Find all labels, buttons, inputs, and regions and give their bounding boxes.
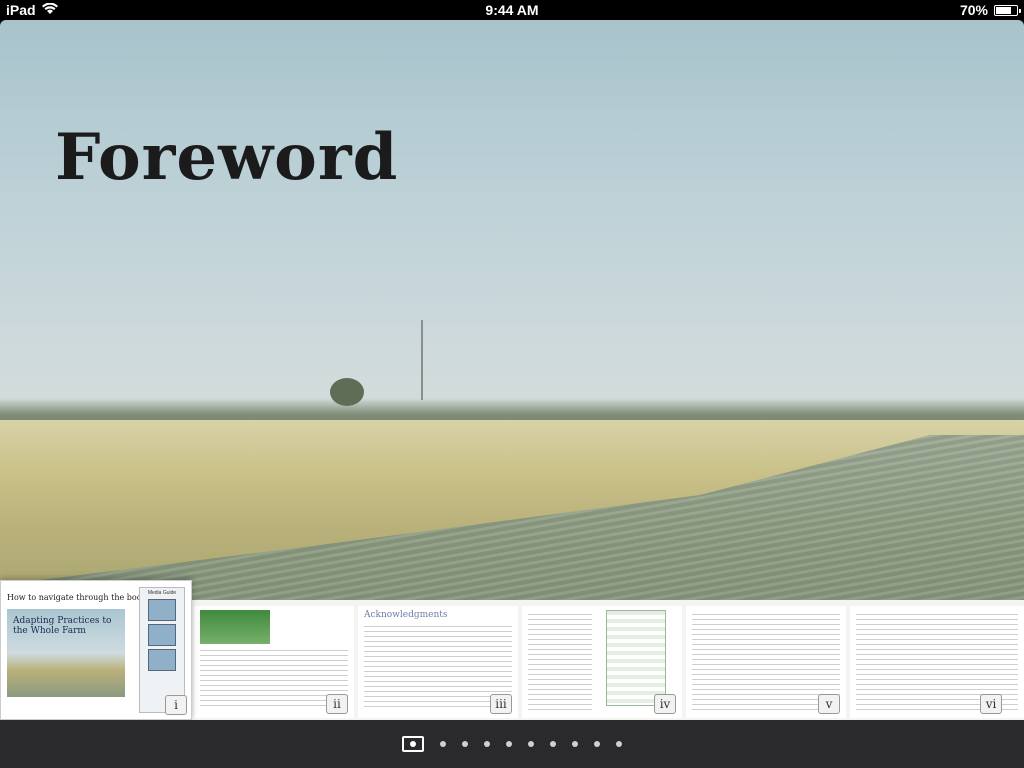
thumbnail-text: [528, 614, 592, 710]
thumbnail-page-ii[interactable]: ii: [194, 606, 354, 718]
cover-image: Adapting Practices to the Whole Farm: [7, 609, 125, 697]
page-label-iv: iv: [654, 694, 676, 714]
page-title: Foreword: [55, 120, 399, 195]
page-dot[interactable]: [462, 741, 468, 747]
page-dot[interactable]: [616, 741, 622, 747]
status-left: iPad: [6, 2, 58, 18]
cover-heading: How to navigate through the book:: [7, 593, 150, 602]
cover-image-title: Adapting Practices to the Whole Farm: [13, 616, 112, 636]
page-label-i: i: [165, 695, 187, 715]
thumbnail-page-i[interactable]: How to navigate through the book: Adapti…: [0, 580, 192, 720]
thumbnail-page-iv[interactable]: iv: [522, 606, 682, 718]
clock: 9:44 AM: [485, 2, 539, 18]
page-dot[interactable]: [594, 741, 600, 747]
battery-percent: 70%: [959, 2, 988, 18]
tree: [330, 378, 364, 406]
thumbnail-page-v[interactable]: v: [686, 606, 846, 718]
page-dot[interactable]: [528, 741, 534, 747]
media-guide-box: [148, 624, 176, 646]
thumbnail-page-iii[interactable]: Acknowledgments iii: [358, 606, 518, 718]
device-name: iPad: [6, 2, 36, 18]
page-dot-active[interactable]: [402, 736, 424, 752]
page-indicator[interactable]: [0, 720, 1024, 768]
thumbnail-image: [200, 610, 270, 644]
media-guide-box: [148, 649, 176, 671]
page-label-ii: ii: [326, 694, 348, 714]
page-label-v: v: [818, 694, 840, 714]
thumbnail-table: [606, 610, 666, 706]
page-dot[interactable]: [506, 741, 512, 747]
page-dot[interactable]: [484, 741, 490, 747]
status-bar: iPad 9:44 AM 70%: [0, 0, 1024, 20]
thumbnail-page-vi[interactable]: vi: [850, 606, 1024, 718]
page-dot[interactable]: [440, 741, 446, 747]
page-dot[interactable]: [550, 741, 556, 747]
status-right: 70%: [959, 2, 1021, 18]
media-guide-box: [148, 599, 176, 621]
radio-tower: [421, 320, 423, 400]
battery-icon: [994, 4, 1021, 16]
page-label-vi: vi: [980, 694, 1002, 714]
media-guide-title: Media Guide: [147, 590, 177, 596]
wifi-icon: [41, 2, 58, 18]
page-dot[interactable]: [572, 741, 578, 747]
thumbnail-heading: Acknowledgments: [364, 610, 448, 620]
page-label-iii: iii: [490, 694, 512, 714]
